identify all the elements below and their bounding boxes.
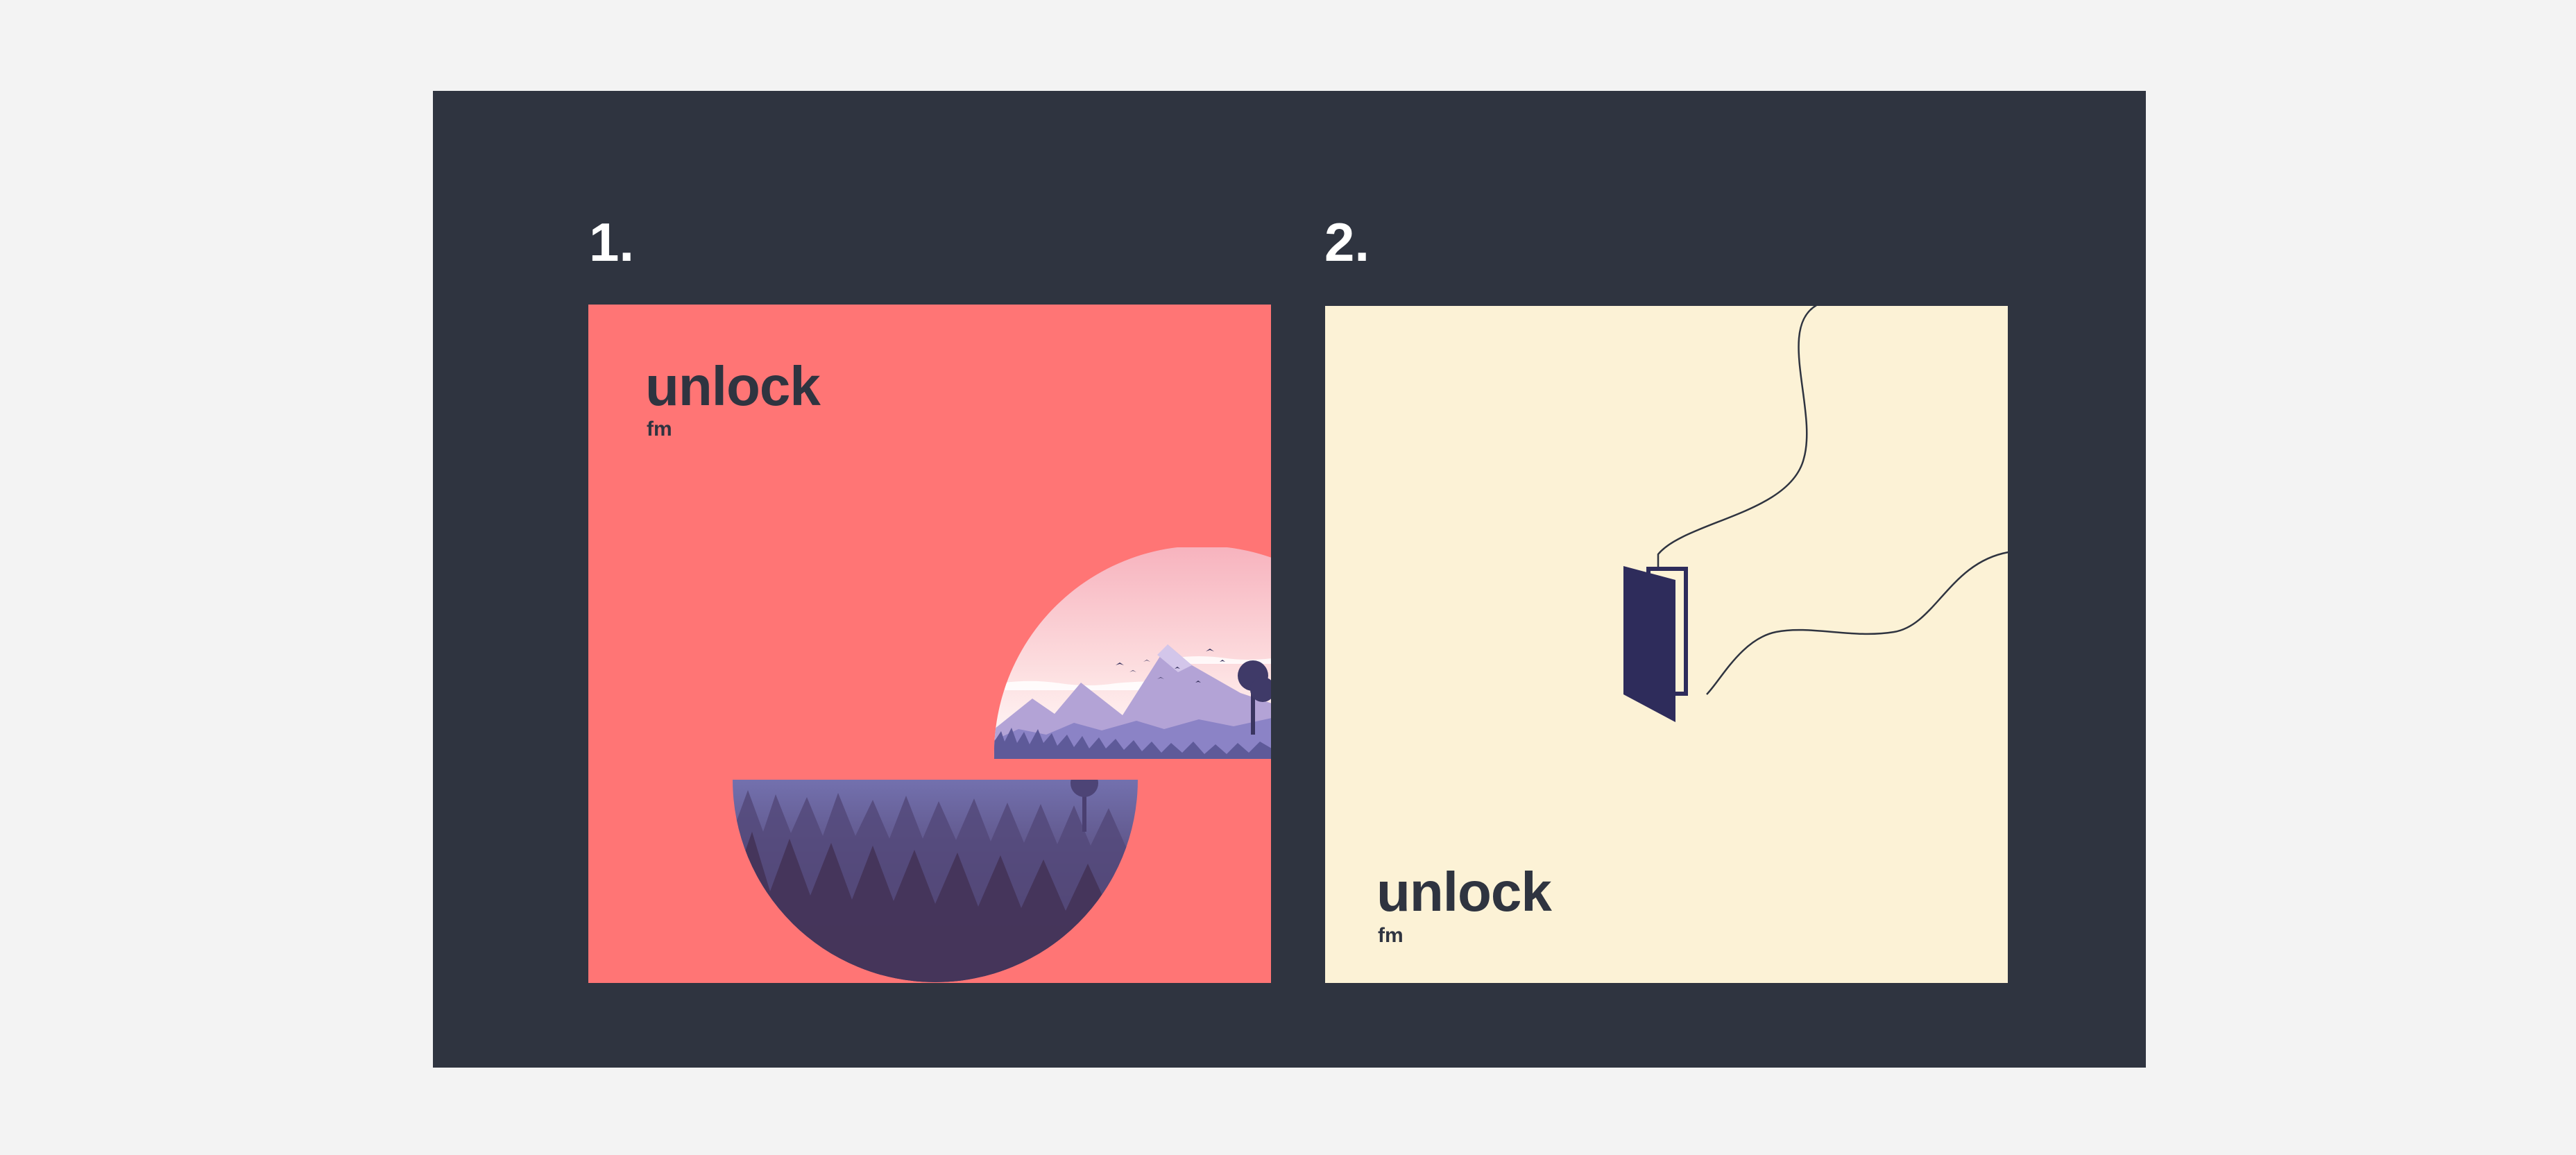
option-number-2: 2.	[1324, 212, 1370, 273]
logo-suffix: fm	[647, 418, 672, 440]
logo-wordmark: unlock	[1376, 861, 1552, 923]
logo-wordmark: unlock	[645, 355, 821, 417]
door-panel-icon	[1623, 566, 1675, 722]
logo-concept-card-1: unlock fm	[588, 305, 1271, 983]
option-number-1: 1.	[589, 212, 635, 273]
logo-suffix: fm	[1378, 924, 1404, 947]
logo-concept-card-2: unlock fm	[1325, 306, 2008, 983]
